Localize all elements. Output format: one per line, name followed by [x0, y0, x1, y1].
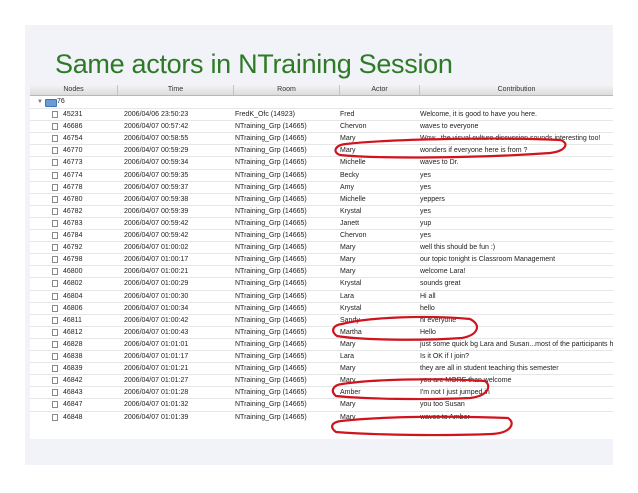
table-row[interactable]: 46828 2006/04/07 01:01:01 NTraining_Grp (1…	[30, 337, 613, 350]
table-row[interactable]: 46780 2006/04/07 00:59:38 NTraining_Grp (1…	[30, 192, 613, 205]
document-icon	[52, 183, 58, 191]
group-label: 76	[57, 98, 65, 105]
table-row[interactable]: 46773 2006/04/07 00:59:34 NTraining_Grp (1…	[30, 156, 613, 168]
document-icon	[52, 232, 58, 239]
document-icon	[52, 365, 58, 373]
table-row[interactable]: 46848 2006/04/07 01:01:39 NTraining_Grp (1…	[30, 410, 613, 423]
table-row[interactable]: 46842 2006/04/07 01:01:27 NTraining_Grp (1…	[30, 374, 613, 386]
table-row[interactable]: 46802 2006/04/07 01:00:29 NTraining_Grp (1…	[30, 277, 613, 289]
table-row[interactable]: 46770 2006/04/07 00:59:29 NTraining_Grp (1…	[30, 144, 613, 156]
session-table: Nodes Time Room Actor Contribution ▼ 76 …	[30, 85, 613, 439]
table-row[interactable]: 46783 2006/04/07 00:59:42 NTraining_Grp (1…	[30, 216, 613, 229]
table-row[interactable]: 46800 2006/04/07 01:00:21 NTraining_Grp (1…	[30, 265, 613, 277]
table-row[interactable]: 46812 2006/04/07 01:00:43 NTraining_Grp (1…	[30, 325, 613, 338]
room-cell: NTraining_Grp (14665)	[235, 413, 307, 421]
document-icon	[52, 353, 58, 360]
document-icon	[52, 123, 58, 131]
document-icon	[52, 195, 58, 203]
slide: Same actors in NTraining Session Nodes T…	[25, 25, 613, 465]
table-row[interactable]: 46686 2006/04/07 00:57:42 NTraining_Grp (1…	[30, 120, 613, 132]
time-cell: 2006/04/07 01:01:39	[124, 413, 189, 421]
table-row[interactable]: 46778 2006/04/07 00:59:37 NTraining_Grp (1…	[30, 180, 613, 193]
table-row[interactable]: 46792 2006/04/07 01:00:02 NTraining_Grp (1…	[30, 241, 613, 253]
document-icon	[52, 280, 58, 288]
table-row[interactable]: 45231 2006/04/06 23:50:23 FredK_Ofc (14923…	[30, 108, 613, 120]
actor-cell: Mary	[340, 413, 356, 421]
table-row[interactable]: 46843 2006/04/07 01:01:28 NTraining_Grp (1…	[30, 386, 613, 398]
folder-icon	[45, 99, 57, 107]
document-icon	[52, 244, 58, 252]
node-cell: 46848	[63, 413, 83, 421]
document-icon	[52, 147, 58, 155]
column-header-nodes[interactable]: Nodes	[30, 85, 118, 95]
group-row[interactable]: ▼ 76	[30, 96, 613, 108]
document-icon	[52, 159, 58, 167]
document-icon	[52, 292, 58, 300]
table-row[interactable]: 46754 2006/04/07 00:58:55 NTraining_Grp (1…	[30, 132, 613, 144]
document-icon	[52, 413, 58, 421]
table-header: Nodes Time Room Actor Contribution	[30, 85, 613, 96]
document-icon	[52, 328, 58, 336]
document-icon	[52, 316, 58, 324]
table-row[interactable]: 46847 2006/04/07 01:01:32 NTraining_Grp (1…	[30, 398, 613, 410]
table-row[interactable]: 46838 2006/04/07 01:01:17 NTraining_Grp (1…	[30, 350, 613, 362]
table-row[interactable]: 46774 2006/04/07 00:59:35 NTraining_Grp (1…	[30, 168, 613, 181]
column-header-room[interactable]: Room	[234, 85, 340, 95]
table-row[interactable]: 46811 2006/04/07 01:00:42 NTraining_Grp (1…	[30, 313, 613, 326]
document-icon	[52, 135, 58, 143]
document-icon	[52, 171, 58, 179]
document-icon	[52, 401, 58, 409]
table-row[interactable]: 46804 2006/04/07 01:00:30 NTraining_Grp (1…	[30, 289, 613, 302]
document-icon	[52, 340, 58, 348]
table-row[interactable]: 46839 2006/04/07 01:01:21 NTraining_Grp (1…	[30, 362, 613, 374]
document-icon	[52, 207, 58, 215]
contribution-cell: waves to Amber	[420, 413, 470, 421]
document-icon	[52, 389, 58, 397]
table-row[interactable]: 46806 2006/04/07 01:00:34 NTraining_Grp (1…	[30, 301, 613, 314]
document-icon	[52, 111, 58, 118]
column-header-contribution[interactable]: Contribution	[420, 85, 613, 95]
table-row[interactable]: 46782 2006/04/07 00:59:39 NTraining_Grp (1…	[30, 204, 613, 217]
document-icon	[52, 377, 58, 385]
triangle-down-icon[interactable]: ▼	[37, 96, 43, 108]
document-icon	[52, 304, 58, 312]
document-icon	[52, 268, 58, 276]
column-header-time[interactable]: Time	[118, 85, 234, 95]
table-row[interactable]: 46798 2006/04/07 01:00:17 NTraining_Grp (1…	[30, 253, 613, 265]
column-header-actor[interactable]: Actor	[340, 85, 420, 95]
document-icon	[52, 256, 58, 264]
document-icon	[52, 219, 58, 227]
table-row[interactable]: 46784 2006/04/07 00:59:42 NTraining_Grp (1…	[30, 229, 613, 241]
slide-title: Same actors in NTraining Session	[55, 49, 453, 79]
